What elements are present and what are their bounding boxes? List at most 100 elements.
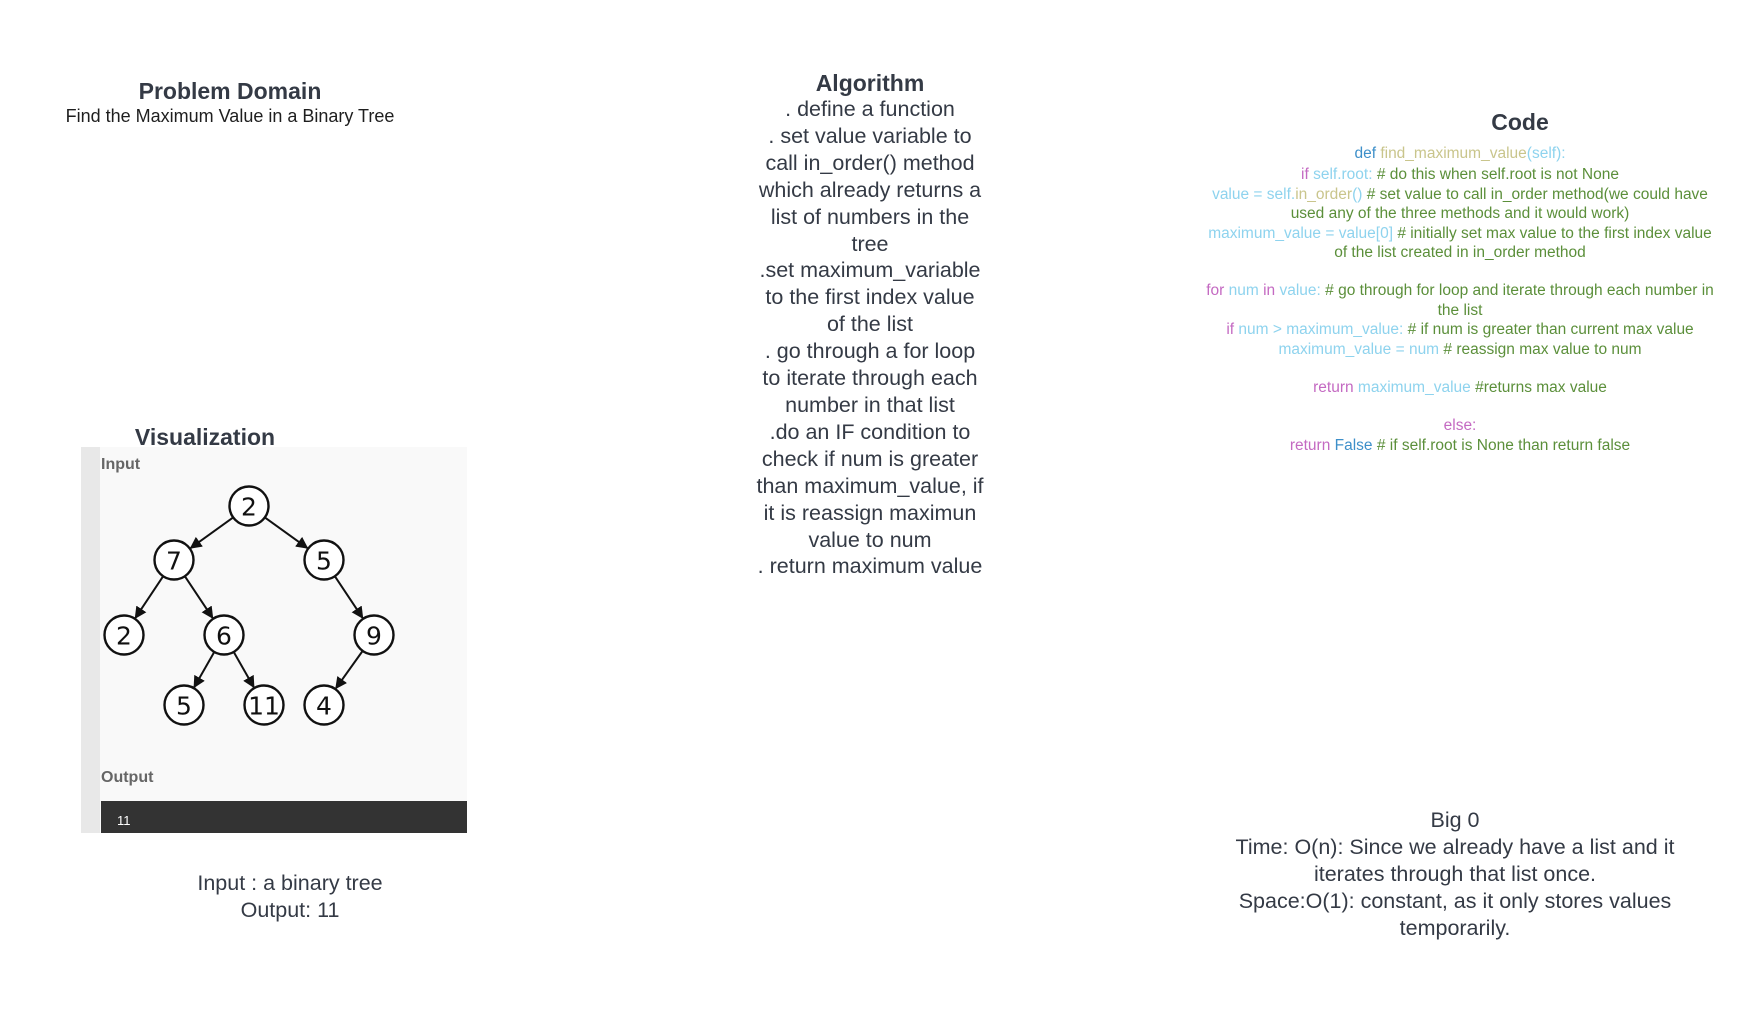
code-token: # do this when self.root is not None (1376, 166, 1619, 184)
big-o-line: temporarily. (1399, 915, 1511, 940)
algorithm-step: to iterate through each (762, 366, 978, 391)
algorithm-step: . go through a for loop (764, 339, 976, 364)
visualization-output-label: Output (101, 769, 154, 786)
tree-edge-arrow (183, 575, 214, 619)
algorithm-step: . set value variable to (768, 123, 972, 148)
code-token: for (1206, 282, 1229, 300)
big-o-line: iterates through that list once. (1313, 861, 1597, 886)
tree-edge-arrow (134, 575, 165, 619)
code-line: return maximum_value #returns max value (1180, 378, 1740, 397)
algorithm-title: Algorithm (815, 70, 925, 96)
tree-edge-arrow (189, 516, 234, 549)
code-token: # initially set max value to the first i… (1397, 224, 1712, 242)
code-token: if (1226, 321, 1239, 339)
code-token: find_maximum_value (1380, 145, 1527, 162)
code-token: value = self. (1212, 185, 1296, 203)
code-token: False (1334, 436, 1377, 454)
algorithm-step: of the list (826, 312, 914, 337)
algorithm-step: number in that list (785, 392, 955, 417)
code-token: else: (1443, 417, 1477, 435)
code-token: # if self.root is None than return false (1376, 436, 1631, 454)
code-line: used any of the three methods and it wou… (1180, 204, 1740, 223)
algorithm-step: which already returns a (758, 177, 982, 202)
visualization-output-bar (101, 801, 467, 833)
tree-edge-arrow (333, 575, 364, 619)
tree-node-label: 2 (241, 493, 257, 522)
tree-node: 5 (303, 539, 345, 581)
visualization-output-value: 11 (117, 813, 131, 828)
code-line: the list (1180, 301, 1740, 320)
tree-node-label: 6 (216, 622, 232, 651)
code-token: in_order (1295, 185, 1353, 203)
code-line: def find_maximum_value(self): (1180, 144, 1740, 163)
code-token: of the list created in in_order method (1334, 244, 1586, 262)
code-token: self.root: (1313, 166, 1377, 184)
code-token: the list (1437, 301, 1483, 319)
algorithm-step: . define a function (785, 97, 955, 121)
tree-edge-arrow (264, 516, 309, 549)
tree-node-label: 11 (248, 692, 280, 721)
code-token: return (1313, 379, 1358, 397)
problem-domain-subtitle: Find the Maximum Value in a Binary Tree (65, 106, 395, 126)
tree-node: 2 (103, 614, 145, 656)
code-title: Code (1491, 109, 1549, 135)
code-block: def find_maximum_value(self): if self.roo… (1180, 144, 1740, 455)
big-o-text: Time: O(n): Since we already have a list… (1215, 834, 1695, 942)
tree-node: 7 (153, 539, 195, 581)
tree-node: 4 (303, 684, 345, 726)
code-line: return False # if self.root is None than… (1180, 436, 1740, 455)
code-line: if num > maximum_value: # if num is grea… (1180, 320, 1740, 339)
code-line: of the list created in in_order method (1180, 243, 1740, 262)
algorithm-step: list of numbers in the (770, 204, 970, 229)
tree-node-label: 9 (366, 622, 382, 651)
code-line: for num in value: # go through for loop … (1180, 281, 1740, 300)
tree-edge-arrow (193, 651, 216, 689)
code-token: # set value to call in_order method(we c… (1366, 185, 1708, 203)
code-line: if self.root: # do this when self.root i… (1180, 165, 1740, 184)
code-token: # reassign max value to num (1443, 340, 1642, 358)
tree-node: 11 (243, 684, 285, 726)
problem-domain-title: Problem Domain (138, 78, 322, 104)
tree-node: 2 (228, 485, 270, 527)
code-line: else: (1180, 416, 1740, 435)
code-token: #returns max value (1475, 379, 1607, 397)
io-output-text: Output: 11 (240, 898, 340, 922)
code-token: (self): (1526, 145, 1566, 162)
code-token: def (1354, 145, 1381, 162)
tree-node: 6 (203, 614, 245, 656)
code-line: value = self.in_order() # set value to c… (1180, 185, 1740, 204)
big-o-line: Time: O(n): Since we already have a list… (1235, 835, 1675, 859)
tree-node-label: 5 (316, 547, 332, 576)
algorithm-step: to the first index value (765, 285, 975, 310)
code-token: maximum_value (1357, 379, 1476, 397)
big-o-line: Space:O(1): constant, as it only stores … (1238, 888, 1672, 913)
code-token: num (1228, 282, 1264, 300)
code-token: # go through for loop and iterate throug… (1325, 282, 1714, 300)
tree-node-label: 5 (176, 692, 192, 721)
tree-node-label: 4 (316, 692, 332, 721)
code-token: () (1352, 185, 1367, 203)
algorithm-step: check if num is greater (761, 446, 979, 471)
tree-edge-arrow (232, 651, 255, 689)
algorithm-step: value to num (808, 527, 932, 552)
code-token: return (1289, 436, 1335, 454)
code-token: value: (1279, 282, 1326, 300)
code-token: used any of the three methods and it wou… (1290, 205, 1630, 223)
code-token: if (1301, 166, 1314, 184)
tree-node: 5 (163, 684, 205, 726)
code-token: maximum_value = num (1278, 340, 1444, 358)
code-token: num > maximum_value: (1238, 321, 1408, 339)
tree-node: 9 (353, 614, 395, 656)
algorithm-step: tree (851, 231, 889, 256)
code-line: maximum_value = num # reassign max value… (1180, 340, 1740, 359)
big-o-title: Big 0 (1430, 808, 1480, 832)
code-token: in (1263, 282, 1280, 300)
code-token: maximum_value = value[0] (1208, 224, 1398, 242)
algorithm-step: .set maximum_variable (759, 258, 981, 283)
tree-node-label: 7 (166, 547, 182, 576)
binary-tree-diagram: 2 7 5 2 6 9 5 11 4 (103, 485, 395, 726)
tree-node-label: 2 (116, 622, 132, 651)
